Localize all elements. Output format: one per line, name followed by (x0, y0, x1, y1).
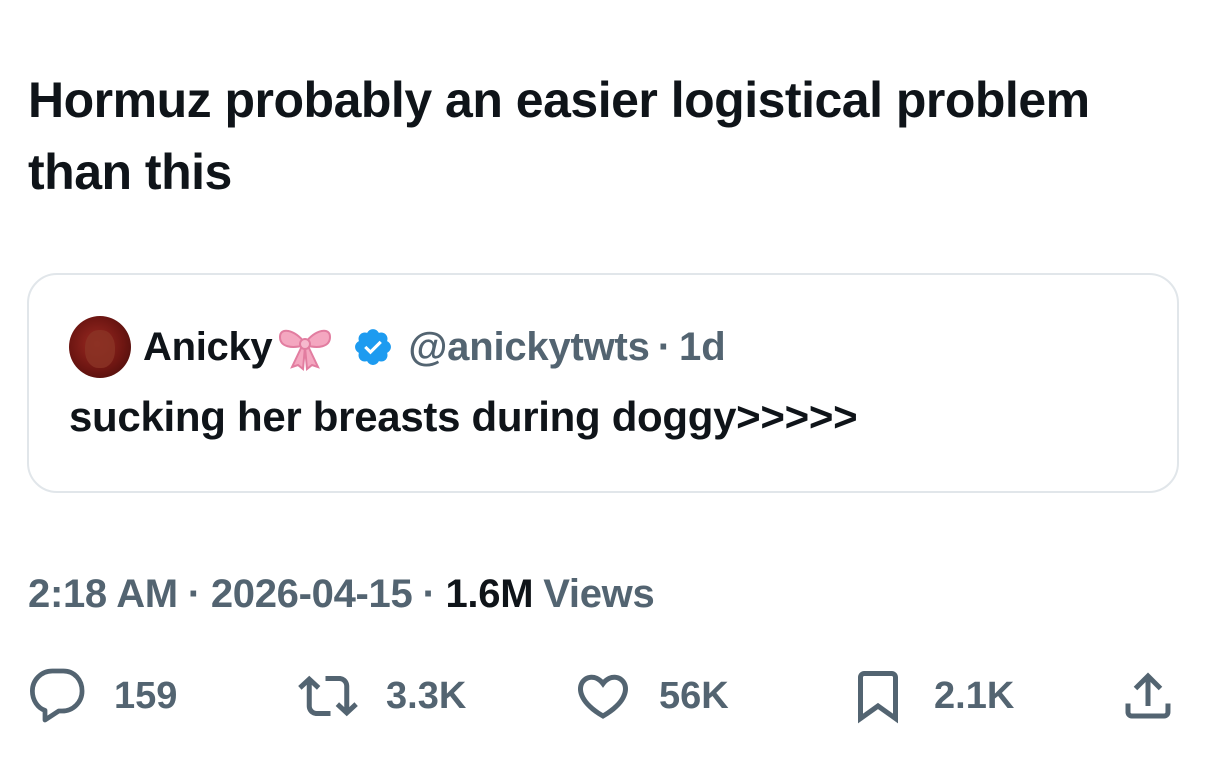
separator-dot: · (422, 571, 436, 616)
quoted-handle[interactable]: @anickytwts (408, 325, 650, 370)
views-count: 1.6M (445, 571, 534, 616)
repost-count: 3.3K (386, 674, 467, 717)
bookmark-button[interactable]: 2.1K (848, 664, 1014, 728)
like-button[interactable]: 56K (573, 664, 729, 728)
separator-dot: · (657, 324, 672, 369)
reply-icon (30, 668, 85, 723)
quoted-tweet-text: sucking her breasts during doggy>>>>> (69, 393, 858, 440)
views-label: Views (543, 571, 655, 616)
quoted-author-name[interactable]: Anicky (143, 325, 273, 370)
like-icon (577, 674, 629, 719)
avatar[interactable] (69, 316, 131, 378)
reply-count: 159 (114, 674, 178, 717)
action-bar: 159 3.3K 56K 2.1K (28, 664, 1178, 728)
tweet-meta: 2:18 AM · 2026-04-15 · 1.6M Views (28, 568, 655, 620)
tweet-detail: Hormuz probably an easier logistical pro… (0, 0, 1206, 757)
quoted-age[interactable]: 1d (679, 325, 726, 370)
bookmark-icon (858, 671, 898, 724)
tweet-text: Hormuz probably an easier logistical pro… (28, 72, 1090, 200)
quoted-tweet-header: Anicky @anickytwts · 1d (69, 315, 726, 379)
tweet-date[interactable]: 2026-04-15 (211, 572, 413, 617)
share-button[interactable] (1118, 664, 1178, 728)
verified-badge-icon (352, 326, 394, 368)
tweet-time[interactable]: 2:18 AM (28, 572, 178, 617)
repost-icon (298, 675, 358, 717)
separator-dot: · (187, 571, 201, 616)
repost-button[interactable]: 3.3K (296, 664, 466, 728)
bookmark-count: 2.1K (934, 674, 1015, 717)
quoted-tweet-card[interactable]: Anicky @anickytwts · 1d sucking her brea… (27, 273, 1179, 493)
like-count: 56K (659, 674, 729, 717)
share-icon (1125, 672, 1171, 719)
bow-emoji-icon (276, 323, 334, 371)
reply-button[interactable]: 159 (28, 664, 177, 728)
